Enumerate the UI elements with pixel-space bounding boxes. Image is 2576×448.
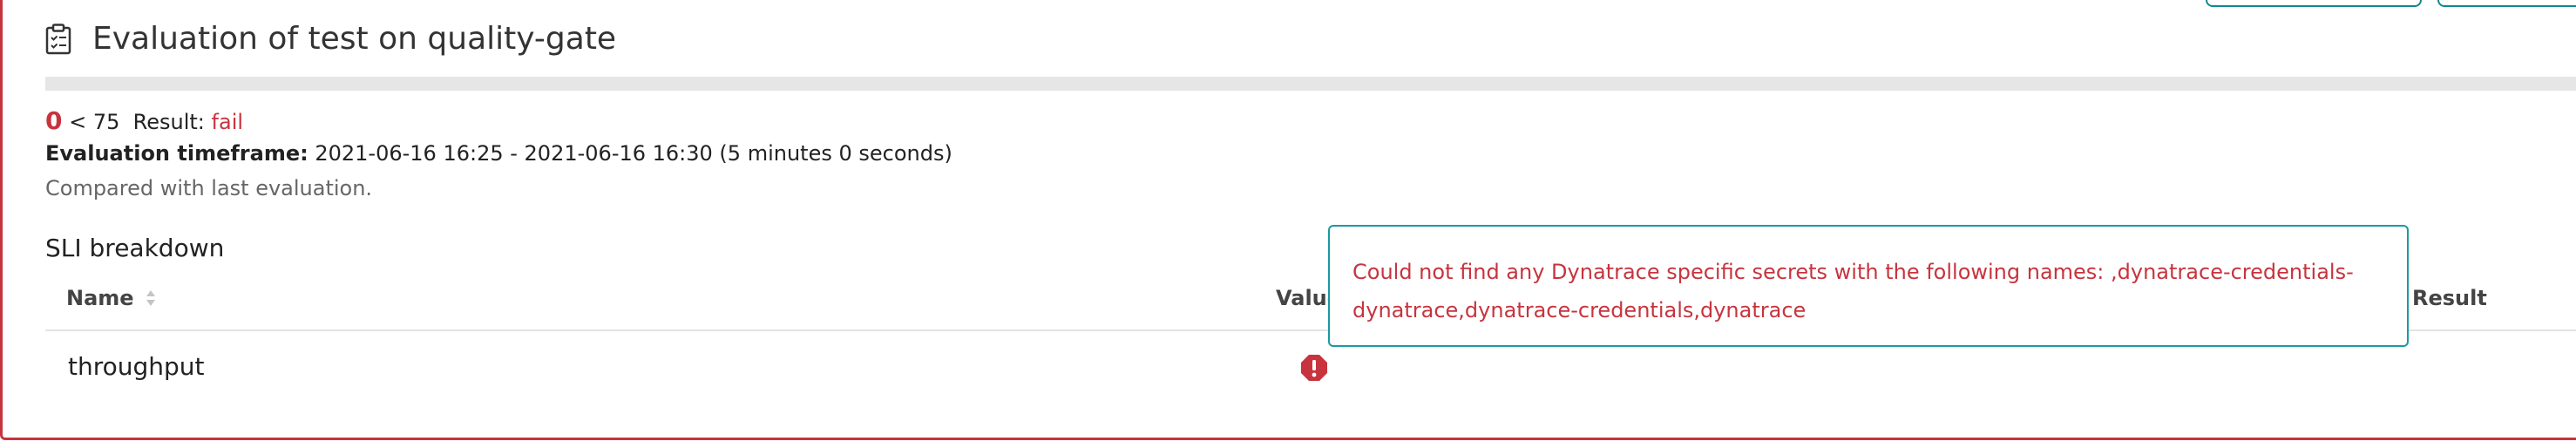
timeframe-label: Evaluation timeframe: (45, 141, 308, 166)
evaluation-panel (0, 0, 2576, 440)
column-header-result[interactable]: Result (2412, 286, 2487, 310)
column-header-name[interactable]: Name (66, 286, 157, 310)
tooltip-line-2: dynatrace,dynatrace-credentials,dynatrac… (1352, 298, 1807, 322)
clipboard-icon (45, 23, 71, 55)
threshold-text: < 75 Result: (62, 110, 212, 134)
score-progress-bar (45, 77, 2576, 91)
result-value: fail (211, 110, 244, 134)
sli-breakdown-heading: SLI breakdown (45, 234, 225, 262)
table-row-name: throughput (68, 352, 205, 381)
error-tooltip: Could not find any Dynatrace specific se… (1328, 225, 2409, 347)
tooltip-line-1: Could not find any Dynatrace specific se… (1352, 260, 2354, 284)
toolbar-button-2[interactable] (2437, 0, 2576, 7)
column-header-name-label: Name (66, 286, 134, 310)
page-title: Evaluation of test on quality-gate (92, 21, 617, 57)
error-icon[interactable] (1300, 354, 1328, 382)
timeframe-value: 2021-06-16 16:25 - 2021-06-16 16:30 (5 m… (308, 141, 952, 166)
score-summary: 0 < 75 Result: fail (45, 106, 243, 135)
evaluation-header: Evaluation of test on quality-gate (45, 21, 616, 57)
column-header-result-label: Result (2412, 286, 2487, 310)
evaluation-timeframe: Evaluation timeframe: 2021-06-16 16:25 -… (45, 141, 952, 166)
sort-icon[interactable] (145, 288, 157, 309)
compared-text: Compared with last evaluation. (45, 176, 373, 200)
toolbar-button-1[interactable] (2206, 0, 2422, 7)
score-value: 0 (45, 106, 63, 135)
